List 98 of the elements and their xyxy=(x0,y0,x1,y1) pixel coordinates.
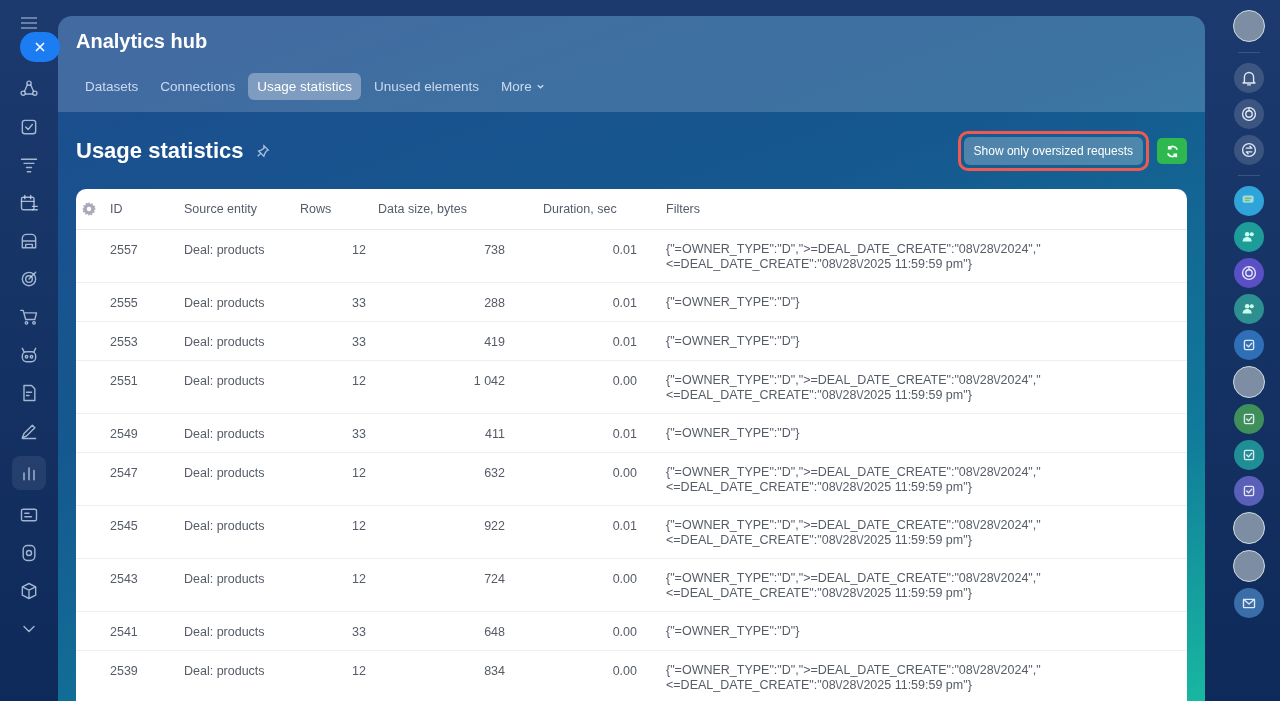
tab[interactable]: Unused elements xyxy=(364,73,488,100)
table-cell: Deal: products xyxy=(184,466,265,480)
table-cell: 0.00 xyxy=(612,572,637,586)
table-cell: 0.00 xyxy=(612,625,637,639)
avatar[interactable] xyxy=(1233,512,1265,544)
table-cell-text: {"=OWNER_TYPE":"D",">=DEAL_DATE_CREATE":"08\/28\/2024"," <=DEAL_DATE_CREATE":"08\/28\/2025 11:59:59 pm"} xyxy=(666,663,1042,693)
spiral-icon[interactable] xyxy=(1234,99,1264,129)
chat-icon[interactable] xyxy=(1234,186,1264,216)
table-cell: 33 xyxy=(352,625,366,639)
table-cell: 738 xyxy=(484,243,505,257)
table-cell: 2541 xyxy=(110,625,138,639)
table-cell: 834 xyxy=(484,664,505,678)
avatar[interactable] xyxy=(1233,10,1265,42)
table-cell-text: {"=OWNER_TYPE":"D",">=DEAL_DATE_CREATE":"08\/28\/2024"," <=DEAL_DATE_CREATE":"08\/28\/2025 11:59:59 pm"} xyxy=(666,373,1042,403)
table-cell: 12 xyxy=(352,572,366,586)
table-cell-text: {"=OWNER_TYPE":"D",">=DEAL_DATE_CREATE":"08\/28\/2024"," <=DEAL_DATE_CREATE":"08\/28\/2025 11:59:59 pm"} xyxy=(666,465,1042,495)
table-cell: 648 xyxy=(484,625,505,639)
table-cell-text: {"=OWNER_TYPE":"D"} xyxy=(666,334,801,349)
table-cell: 0.01 xyxy=(612,243,637,257)
tab[interactable]: Usage statistics xyxy=(248,73,361,100)
table-cell: 632 xyxy=(484,466,505,480)
tab[interactable]: Connections xyxy=(151,73,245,100)
column-header: Source entity xyxy=(184,202,257,216)
table-cell: 2551 xyxy=(110,374,138,388)
refresh-button[interactable] xyxy=(1157,138,1187,164)
table-cell: Deal: products xyxy=(184,572,265,586)
table-cell: 2543 xyxy=(110,572,138,586)
avatar[interactable] xyxy=(1233,366,1265,398)
table-cell: Deal: products xyxy=(184,625,265,639)
table-cell-text: {"=OWNER_TYPE":"D"} xyxy=(666,295,801,310)
table-cell-text: {"=OWNER_TYPE":"D"} xyxy=(666,426,801,441)
menu-icon[interactable] xyxy=(21,17,37,29)
bell-icon[interactable] xyxy=(1234,63,1264,93)
task-icon[interactable] xyxy=(1234,476,1264,506)
task-icon[interactable] xyxy=(1234,404,1264,434)
column-header: Duration, sec xyxy=(543,202,617,216)
oversized-requests-button[interactable]: Show only oversized requests xyxy=(963,137,1143,165)
tab[interactable]: Datasets xyxy=(76,73,148,100)
task-icon[interactable] xyxy=(1234,440,1264,470)
table-cell: 419 xyxy=(484,335,505,349)
table-cell: 288 xyxy=(484,296,505,310)
group-icon[interactable] xyxy=(1234,294,1264,324)
table-cell: 12 xyxy=(352,243,366,257)
table-cell: 2539 xyxy=(110,664,138,678)
table-cell: 724 xyxy=(484,572,505,586)
table-cell: 2547 xyxy=(110,466,138,480)
table-cell: 12 xyxy=(352,664,366,678)
column-header: Filters xyxy=(666,202,701,216)
refresh-icon xyxy=(1164,143,1180,159)
caret-icon xyxy=(535,82,545,91)
mail-icon[interactable] xyxy=(1234,588,1264,618)
table-cell: Deal: products xyxy=(184,335,265,349)
group-icon[interactable] xyxy=(1234,222,1264,252)
table-cell: 1 042 xyxy=(473,374,505,388)
table-cell: 12 xyxy=(352,519,366,533)
table-cell: 12 xyxy=(352,466,366,480)
table-cell: Deal: products xyxy=(184,296,265,310)
table-cell: 2549 xyxy=(110,427,138,441)
swap-icon[interactable] xyxy=(1234,135,1264,165)
table-cell: 0.01 xyxy=(612,427,637,441)
table-cell-text: {"=OWNER_TYPE":"D",">=DEAL_DATE_CREATE":"08\/28\/2024"," <=DEAL_DATE_CREATE":"08\/28\/2025 11:59:59 pm"} xyxy=(666,571,1042,601)
table-cell: 33 xyxy=(352,335,366,349)
table-cell: 33 xyxy=(352,296,366,310)
table-cell: 411 xyxy=(485,427,505,441)
tab[interactable]: More xyxy=(491,73,554,100)
table-cell: Deal: products xyxy=(184,243,265,257)
table-cell: Deal: products xyxy=(184,519,265,533)
task-icon[interactable] xyxy=(1234,330,1264,360)
table-cell: 0.00 xyxy=(612,374,637,388)
close-button[interactable] xyxy=(20,32,60,62)
table-cell-text: {"=OWNER_TYPE":"D",">=DEAL_DATE_CREATE":"08\/28\/2024"," <=DEAL_DATE_CREATE":"08\/28\/2025 11:59:59 pm"} xyxy=(666,518,1042,548)
spiral-icon[interactable] xyxy=(1234,258,1264,288)
close-icon xyxy=(35,42,45,52)
table-cell: Deal: products xyxy=(184,664,265,678)
table-cell: 2555 xyxy=(110,296,138,310)
table-cell: Deal: products xyxy=(184,427,265,441)
page-title: Usage statistics xyxy=(76,138,244,164)
avatar[interactable] xyxy=(1233,550,1265,582)
table-cell: 0.00 xyxy=(612,466,637,480)
column-header: Data size, bytes xyxy=(378,202,467,216)
table-cell: 2557 xyxy=(110,243,138,257)
table-cell: 0.01 xyxy=(612,519,637,533)
column-header: Rows xyxy=(300,202,332,216)
table-cell: Deal: products xyxy=(184,374,265,388)
chart-icon[interactable] xyxy=(12,456,46,490)
window-title: Analytics hub xyxy=(76,30,209,53)
table-cell: 12 xyxy=(352,374,366,388)
table-cell: 33 xyxy=(352,427,366,441)
table-cell: 2553 xyxy=(110,335,138,349)
table-cell: 922 xyxy=(484,519,505,533)
table-cell: 2545 xyxy=(110,519,138,533)
pin-icon[interactable] xyxy=(255,144,270,158)
table-cell: 0.01 xyxy=(612,335,637,349)
table-cell-text: {"=OWNER_TYPE":"D"} xyxy=(666,624,801,639)
table-cell: 0.01 xyxy=(612,296,637,310)
table-cell: 0.00 xyxy=(612,664,637,678)
column-header: ID xyxy=(110,202,123,216)
table-cell-text: {"=OWNER_TYPE":"D",">=DEAL_DATE_CREATE":"08\/28\/2024"," <=DEAL_DATE_CREATE":"08\/28\/2025 11:59:59 pm"} xyxy=(666,242,1042,272)
